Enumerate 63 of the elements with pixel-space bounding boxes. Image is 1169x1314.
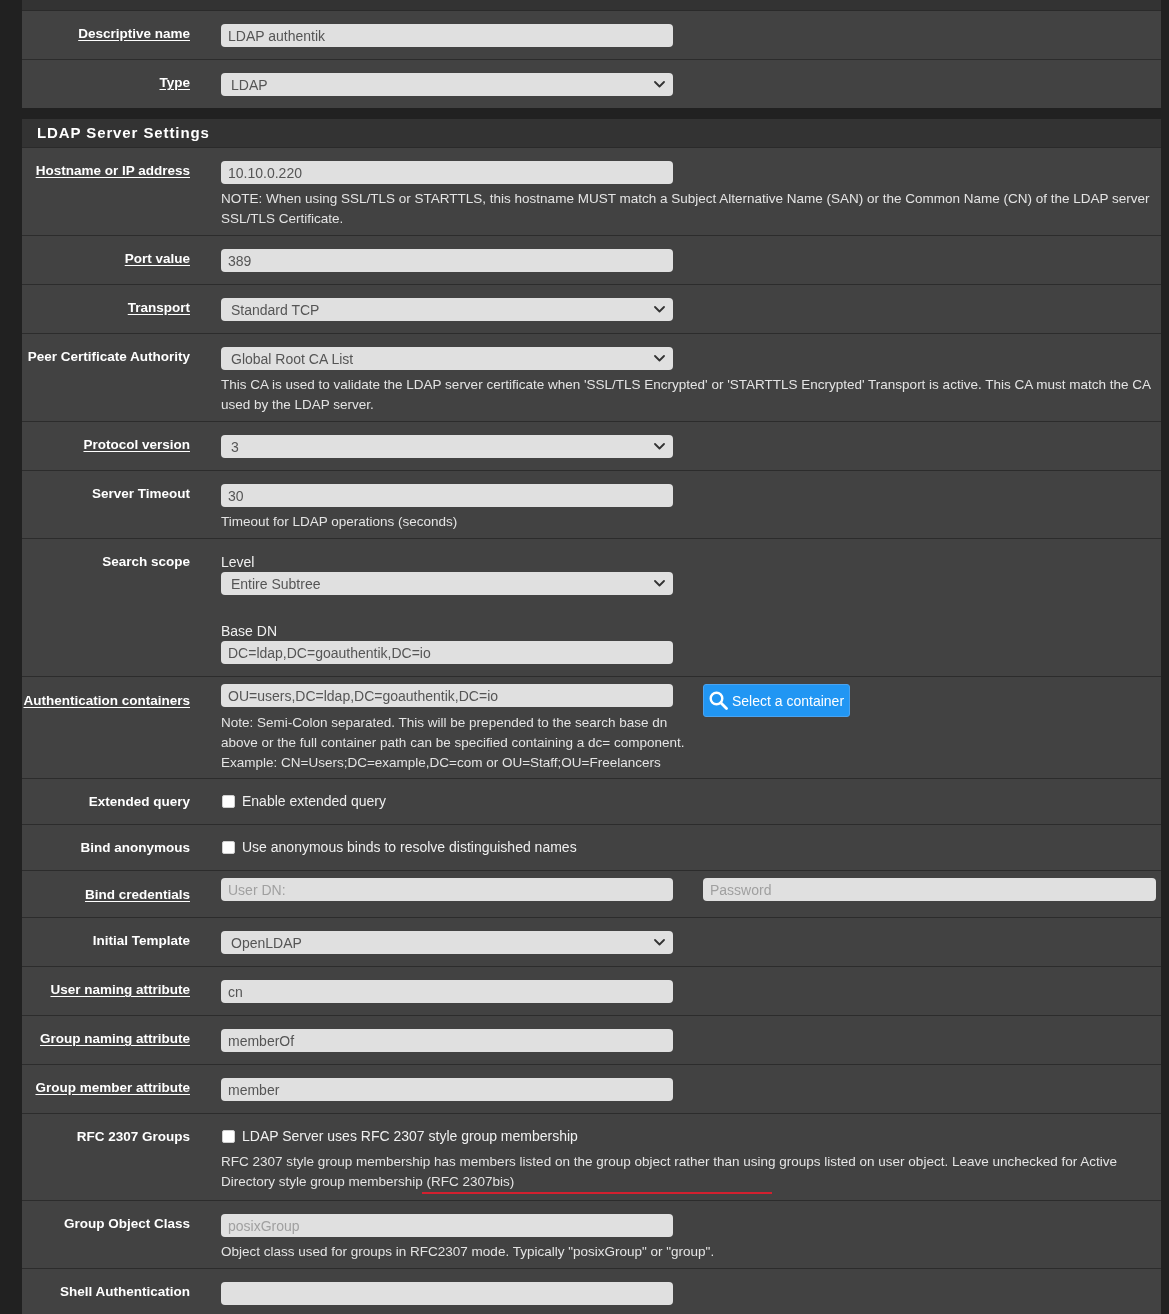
search-icon [709,691,728,710]
field-label: Peer Certificate Authority [27,349,190,364]
checkbox[interactable] [222,1129,235,1143]
field-label: Extended query [88,794,190,809]
chevron-icon [654,939,665,946]
chevron-icon [654,355,665,362]
text-field[interactable]: 30 [221,484,673,507]
help-text: Example: CN=Users;DC=example,DC=com or OU=Staff;OU=Freelancers [221,754,662,772]
field-label: Group Object Class [63,1216,190,1231]
field-label-link[interactable]: Transport [127,300,190,315]
field-label-link[interactable]: Protocol version [83,437,190,452]
field-label-link[interactable]: Bind credentials [84,887,190,902]
field-label: Search scope [102,554,190,569]
text-field[interactable]: 10.10.0.220 [221,161,673,184]
text-field[interactable]: 389 [221,249,673,272]
section-heading: LDAP Server Settings [22,119,1161,148]
dropdown[interactable]: Global Root CA List [221,347,673,370]
text-field[interactable] [221,1282,673,1305]
field-label: Bind anonymous [80,840,190,855]
field-caption: Level [221,553,256,572]
chevron-icon [654,443,665,450]
help-text: RFC 2307 style group membership has members listed on the group object rather than using groups listed on user object. Leave unchecked for Active Directory style group membership (RFC 2307bis) [221,1153,1118,1191]
text-field[interactable]: memberOf [221,1029,673,1052]
field-label-link[interactable]: Group member attribute [35,1080,190,1095]
select-container-button[interactable]: Select a container [703,684,851,717]
field-label-link[interactable]: Hostname or IP address [35,163,190,178]
checkbox-label: Enable extended query [242,792,386,810]
text-field[interactable]: member [221,1078,673,1101]
text-field[interactable]: posixGroup [221,1214,673,1237]
checkbox-label: LDAP Server uses RFC 2307 style group membership [242,1127,578,1145]
field-label: RFC 2307 Groups [76,1129,190,1144]
field-label-link[interactable]: Type [159,75,190,90]
chevron-icon [654,580,665,587]
text-field[interactable]: LDAP authentik [221,24,673,47]
field-label-link[interactable]: Descriptive name [78,26,190,41]
checkbox[interactable] [222,794,235,808]
field-label-link[interactable]: User naming attribute [50,982,190,997]
text-field[interactable]: DC=ldap,DC=goauthentik,DC=io [221,641,673,664]
help-text: NOTE: When using SSL/TLS or STARTTLS, this hostname MUST match a Subject Alternative Name (SAN) or the Common Name (CN) of the LDAP server SSL/TLS Certificate. [221,190,1151,228]
field-label-link[interactable]: Group naming attribute [40,1031,190,1046]
dropdown[interactable]: Standard TCP [221,298,673,321]
help-text: Note: Semi-Colon separated. This will be prepended to the search base dn above or the full container path can be specified containing a dc= component. [221,714,686,752]
dropdown[interactable]: 3 [221,435,673,458]
text-field[interactable]: User DN: [221,878,673,901]
dropdown[interactable]: OpenLDAP [221,931,673,954]
chevron-icon [654,306,665,313]
checkbox[interactable] [222,840,235,854]
text-field[interactable]: Password [703,878,1156,901]
field-label: Initial Template [92,933,190,948]
text-field[interactable]: cn [221,980,673,1003]
field-caption: Base DN [221,622,279,641]
chevron-icon [654,81,665,88]
field-label-link[interactable]: Authentication containers [23,693,190,708]
field-label: Shell Authentication [60,1284,190,1299]
help-text: This CA is used to validate the LDAP server certificate when 'SSL/TLS Encrypted' or 'STARTTLS Encrypted' Transport is active. This CA must match the CA used by the LDAP server. [221,376,1152,414]
dropdown[interactable]: LDAP [221,73,673,96]
text-field[interactable]: OU=users,DC=ldap,DC=goauthentik,DC=io [221,684,673,707]
help-text: Object class used for groups in RFC2307 mode. Typically "posixGroup" or "group". [221,1243,716,1261]
field-label: Server Timeout [91,486,190,501]
help-text: Timeout for LDAP operations (seconds) [221,513,459,531]
checkbox-label: Use anonymous binds to resolve distinguished names [242,838,577,856]
field-label-link[interactable]: Port value [124,251,190,266]
dropdown[interactable]: Entire Subtree [221,572,673,595]
